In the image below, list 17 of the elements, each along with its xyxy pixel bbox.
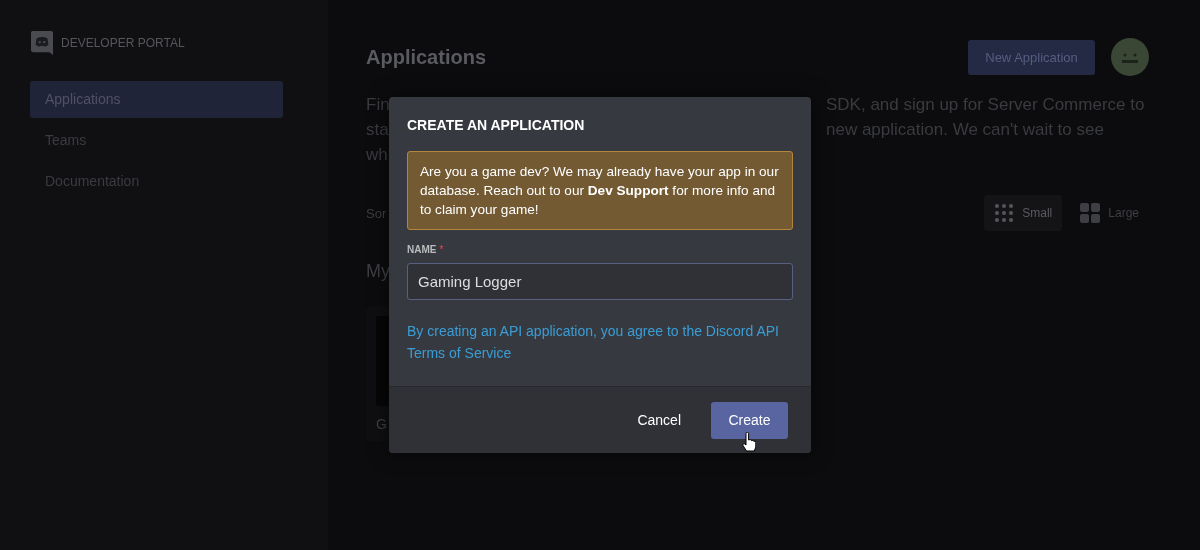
page-title: Applications bbox=[366, 45, 486, 69]
hand-cursor-icon bbox=[742, 432, 756, 452]
field-label: NAME bbox=[407, 244, 437, 255]
grid-icon bbox=[994, 203, 1015, 223]
brand-title: DEVELOPER PORTAL bbox=[61, 36, 185, 50]
required-mark: * bbox=[439, 244, 444, 255]
avatar-icon[interactable] bbox=[1111, 38, 1149, 76]
terms-link[interactable]: By creating an API application, you agree to the Discord API Terms of Service bbox=[407, 320, 793, 364]
name-field[interactable]: Gaming Logger bbox=[407, 263, 793, 300]
view-toggle[interactable]: Small bbox=[984, 195, 1063, 231]
modal-title: CREATE AN APPLICATION bbox=[407, 117, 586, 133]
notice-text: Are you a game dev? We may already have your app in our database. Reach out to our Dev Support for more info and to claim your game! bbox=[407, 151, 793, 230]
logo-icon bbox=[31, 31, 53, 55]
cancel-button[interactable]: Cancel bbox=[623, 401, 695, 439]
grid-icon bbox=[1080, 203, 1101, 223]
create-button[interactable]: Create bbox=[711, 401, 788, 439]
new-application-button[interactable]: New Application bbox=[968, 39, 1095, 75]
